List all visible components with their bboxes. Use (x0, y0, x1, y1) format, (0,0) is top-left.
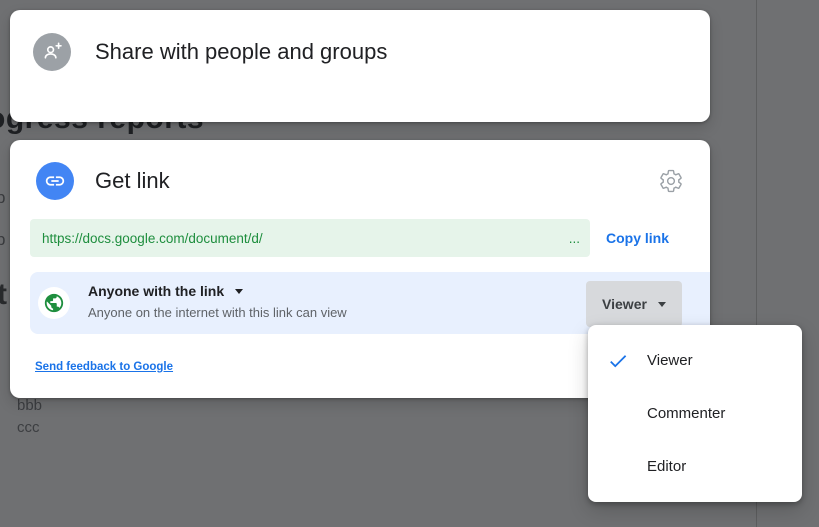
share-dialog[interactable]: Share with people and groups (10, 10, 710, 122)
get-link-dialog-title: Get link (95, 168, 170, 194)
check-spacer (607, 403, 629, 425)
menu-item-viewer[interactable]: Viewer (588, 334, 802, 387)
send-feedback-link[interactable]: Send feedback to Google (35, 361, 173, 373)
background-text-fragment: bbb (17, 395, 42, 416)
person-add-icon (33, 33, 71, 71)
chevron-down-icon (235, 289, 243, 294)
menu-item-label: Viewer (647, 352, 693, 369)
menu-item-editor[interactable]: Editor (588, 440, 802, 493)
screen: ogress reports p p t bbb ccc Share with … (0, 0, 819, 527)
background-text-fragment: p (0, 188, 5, 208)
menu-item-label: Editor (647, 458, 686, 475)
link-settings-gear-icon[interactable] (658, 168, 684, 194)
menu-item-label: Commenter (647, 405, 725, 422)
link-url-ellipsis: ... (569, 231, 580, 246)
role-menu: Viewer Commenter Editor (588, 325, 802, 502)
menu-item-commenter[interactable]: Commenter (588, 387, 802, 440)
chevron-down-icon (658, 302, 666, 307)
link-url-text: https://docs.google.com/document/d/ (42, 231, 563, 246)
scope-description: Anyone on the internet with this link ca… (88, 305, 347, 320)
background-text-fragment: t (0, 278, 7, 312)
role-dropdown-button[interactable]: Viewer (586, 281, 682, 327)
background-text-fragment: p (0, 230, 5, 250)
copy-link-button[interactable]: Copy link (606, 219, 669, 257)
background-text-fragment: ccc (17, 417, 40, 438)
check-icon (607, 350, 629, 372)
scope-label: Anyone with the link (88, 283, 224, 299)
check-spacer (607, 456, 629, 478)
link-url-field[interactable]: https://docs.google.com/document/d/ ... (30, 219, 590, 257)
share-dialog-title: Share with people and groups (95, 39, 387, 65)
link-icon (36, 162, 74, 200)
role-dropdown-label: Viewer (602, 296, 647, 312)
scope-dropdown[interactable]: Anyone with the link (88, 283, 347, 299)
globe-icon (38, 287, 70, 319)
